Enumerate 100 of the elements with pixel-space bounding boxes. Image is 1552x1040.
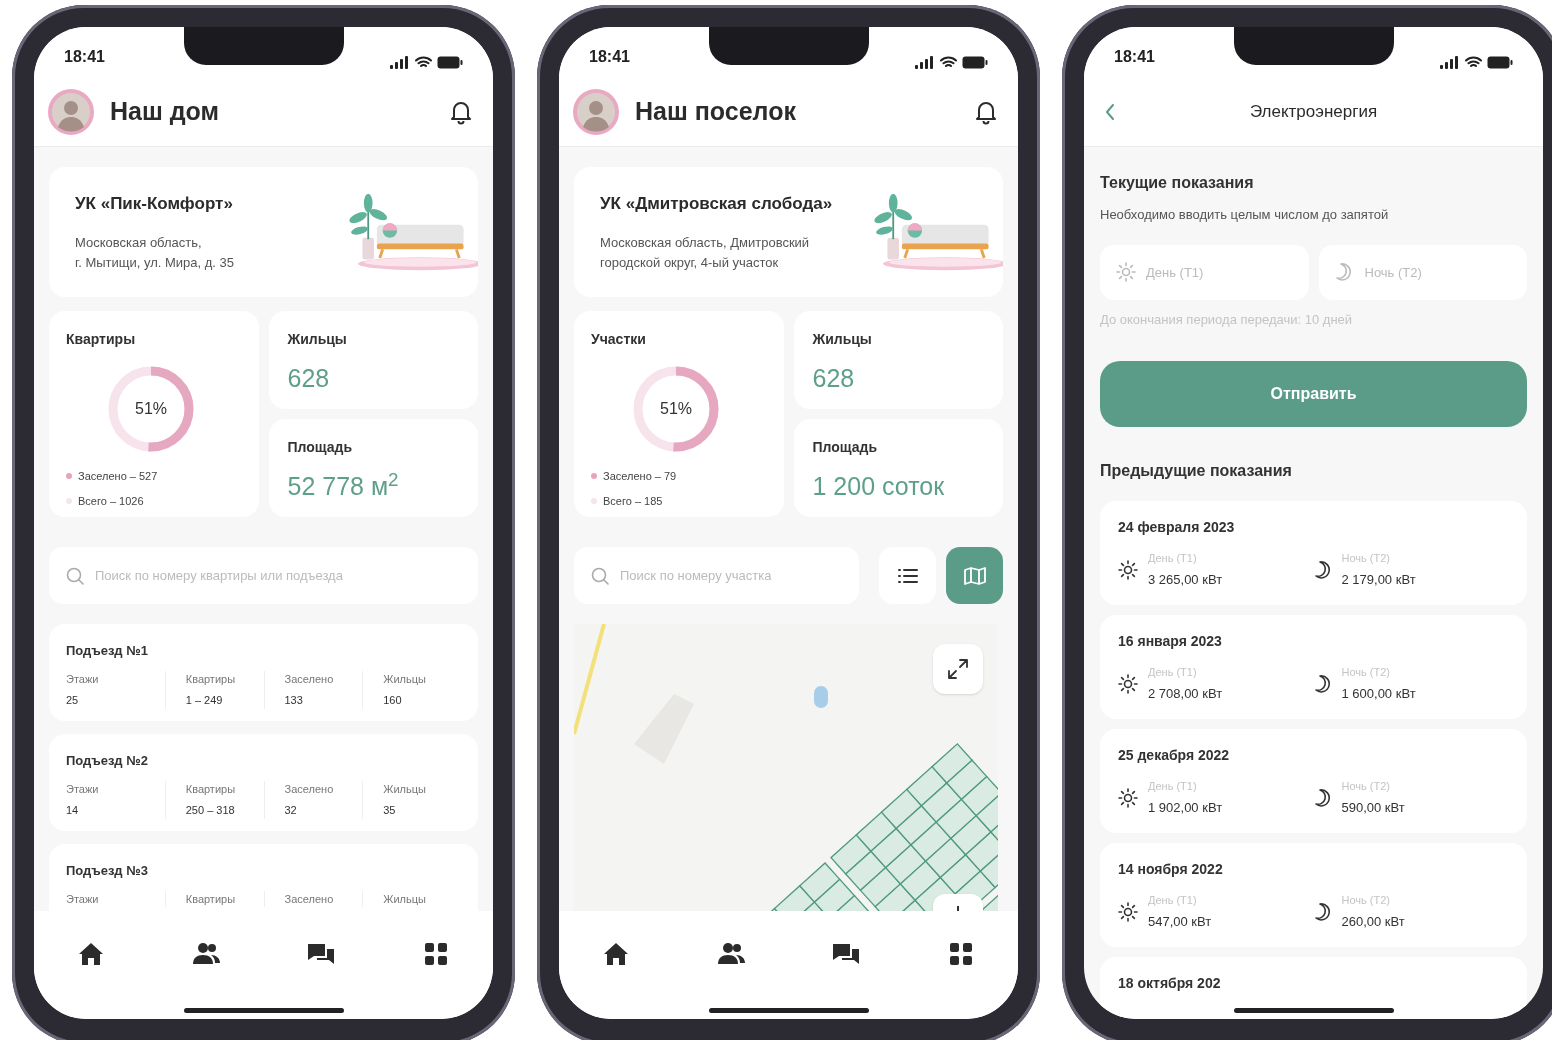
percent-label: 51% xyxy=(660,399,692,419)
moon-icon xyxy=(1313,787,1332,808)
signal-icon xyxy=(1440,56,1460,69)
field-label: Квартиры xyxy=(185,781,237,797)
stat-label: Площадь xyxy=(812,438,879,457)
stat-label: Площадь xyxy=(287,438,354,457)
stat-value: 628 xyxy=(287,363,331,394)
night-reading-field[interactable]: Ночь (Т2) xyxy=(1318,244,1527,300)
wifi-icon xyxy=(1465,56,1482,69)
company-address: Московская область, Дмитровский городской округ, 4-ый участок xyxy=(600,233,811,272)
stat-value: 52 778 м$^{2}$ xyxy=(287,468,400,502)
signal-icon xyxy=(915,56,935,69)
card-title: Участки xyxy=(591,330,647,349)
stat-label: Жильцы xyxy=(812,330,873,349)
field-value: 25 xyxy=(66,693,80,708)
reading-value: 590,00 кВт xyxy=(1341,798,1405,817)
reading-date: 16 января 2023 xyxy=(1118,632,1223,651)
entrance-title: Подъезд №1 xyxy=(66,642,149,660)
reading-label: День (Т1) xyxy=(1148,893,1198,908)
field-label: Жильцы xyxy=(383,671,427,687)
reading-label: Ночь (Т2) xyxy=(1341,665,1391,680)
hint-text: Необходимо вводить целым числом до запятой xyxy=(1100,206,1390,224)
reading-label: Ночь (Т2) xyxy=(1341,893,1391,908)
screen-title: Наш поселок xyxy=(635,95,797,127)
legend-label: Заселено – 527 xyxy=(78,469,158,484)
sun-icon xyxy=(1118,901,1138,922)
reading-date: 25 декабря 2022 xyxy=(1118,746,1231,765)
field-value: 14 xyxy=(66,803,80,818)
field-label: Заселено xyxy=(284,671,335,687)
search-field[interactable]: Поиск по номеру участка xyxy=(574,547,859,604)
field-value: 1 – 249 xyxy=(185,693,224,708)
chevron-icon xyxy=(1105,102,1115,121)
company-name: УК «Дмитровская слобода» xyxy=(600,193,833,216)
status-time: 18:41 xyxy=(589,47,630,67)
field-label: Заселено xyxy=(284,781,335,797)
search-field[interactable]: Поиск по номеру квартиры или подъезда xyxy=(49,547,478,604)
field-label: Жильцы xyxy=(383,891,427,907)
moon-icon xyxy=(1313,673,1332,694)
field-label: Этажи xyxy=(66,891,100,907)
screen-title: Наш дом xyxy=(110,95,221,127)
entrance-title: Подъезд №3 xyxy=(66,862,149,880)
day-reading-field[interactable]: День (Т1) xyxy=(1100,244,1309,300)
reading-value: 1 902,00 кВт xyxy=(1148,798,1223,817)
chat-icon xyxy=(305,941,336,967)
screen-title: Электроэнергия xyxy=(1249,100,1378,123)
map-icon xyxy=(963,565,986,586)
list-view-button[interactable] xyxy=(879,547,936,604)
list-icon xyxy=(897,567,918,584)
reading-value: 3 265,00 кВт xyxy=(1148,570,1223,589)
signal-icon xyxy=(390,56,410,69)
card-title: Квартиры xyxy=(66,330,137,349)
stat-value: 628 xyxy=(812,363,856,394)
reading-date: 14 ноября 2022 xyxy=(1118,860,1224,879)
avatar xyxy=(48,88,94,135)
search-icon xyxy=(65,565,85,586)
field-value: 160 xyxy=(383,693,403,708)
expand-button[interactable] xyxy=(933,644,983,694)
sun-icon xyxy=(1118,559,1138,580)
reading-value: 1 600,00 кВт xyxy=(1341,684,1416,703)
field-label: Квартиры xyxy=(185,671,237,687)
people-icon xyxy=(191,942,222,966)
status-time: 18:41 xyxy=(1114,47,1155,67)
chat-icon xyxy=(830,941,861,967)
stat-value: 1 200 соток xyxy=(812,471,946,502)
company-name: УК «Пик-Комфорт» xyxy=(75,193,234,216)
avatar xyxy=(573,88,619,135)
reading-value: 2 708,00 кВт xyxy=(1148,684,1223,703)
sun-icon xyxy=(1118,673,1138,694)
grid-icon xyxy=(423,942,448,966)
percent-label: 51% xyxy=(135,399,167,419)
field-label: Заселено xyxy=(284,891,335,907)
section-title: Текущие показания xyxy=(1100,173,1255,193)
field-value: 250 – 318 xyxy=(185,803,236,818)
submit-button[interactable]: Отправить xyxy=(1100,361,1527,427)
expand-icon xyxy=(947,658,969,680)
reading-value: 547,00 кВт xyxy=(1148,912,1212,931)
wifi-icon xyxy=(940,56,957,69)
reading-date: 24 февраля 2023 xyxy=(1118,518,1236,537)
map-view-button[interactable] xyxy=(946,547,1003,604)
field-label: Квартиры xyxy=(185,891,237,907)
home-icon xyxy=(603,942,630,966)
section-title: Предыдущие показания xyxy=(1100,461,1293,481)
field-value: 133 xyxy=(284,693,304,708)
field-label: Этажи xyxy=(66,781,100,797)
search-icon xyxy=(590,565,610,586)
status-time: 18:41 xyxy=(64,47,105,67)
stat-label: Жильцы xyxy=(287,330,348,349)
grid-icon xyxy=(948,942,973,966)
moon-icon xyxy=(1313,559,1332,580)
legend-label: Заселено – 79 xyxy=(603,469,677,484)
reading-label: День (Т1) xyxy=(1148,665,1198,680)
people-icon xyxy=(716,942,747,966)
reading-value: 2 179,00 кВт xyxy=(1341,570,1416,589)
entrance-title: Подъезд №2 xyxy=(66,752,149,770)
reading-label: День (Т1) xyxy=(1148,779,1198,794)
battery-icon xyxy=(437,56,463,69)
field-value: 32 xyxy=(284,803,298,818)
field-label: Этажи xyxy=(66,671,100,687)
battery-icon xyxy=(1487,56,1513,69)
company-address: Московская область, г. Мытищи, ул. Мира, д. 35 xyxy=(75,233,234,272)
